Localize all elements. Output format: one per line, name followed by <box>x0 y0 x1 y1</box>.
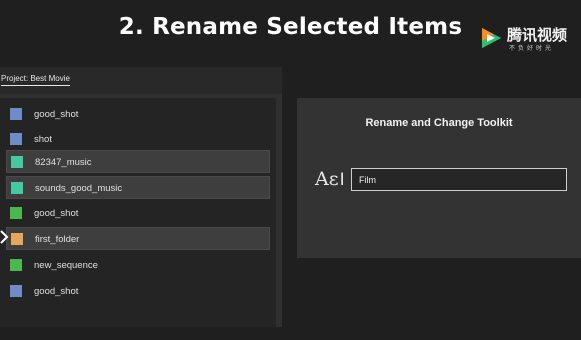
list-item-label: good_shot <box>34 208 79 219</box>
folder-color-icon <box>11 233 23 245</box>
tencent-video-logo-icon <box>482 28 501 48</box>
list-item[interactable]: 82347_music <box>6 150 270 173</box>
list-item[interactable]: good_shot <box>6 103 270 126</box>
toolkit-title: Rename and Change Toolkit <box>365 117 513 129</box>
list-item[interactable]: sounds_good_music <box>6 176 270 199</box>
list-item[interactable]: first_folder <box>6 227 270 250</box>
list-item-label: 82347_music <box>35 157 92 168</box>
brand-watermark: 腾讯视频 不负好时光 <box>478 24 574 54</box>
clip-color-icon <box>10 108 22 120</box>
rename-text-icon: AεI <box>315 168 345 190</box>
list-item[interactable]: shot <box>6 128 270 151</box>
list-item-label: first_folder <box>35 234 80 245</box>
clip-color-icon <box>10 285 22 297</box>
clip-color-icon <box>10 133 22 145</box>
project-item-list[interactable]: good_shot shot 82347_music sounds_good_m… <box>0 98 276 327</box>
list-item[interactable]: new_sequence <box>6 254 270 277</box>
list-item[interactable]: good_shot <box>6 280 270 303</box>
sequence-color-icon <box>10 259 22 271</box>
rename-icon-glyph: Aε <box>315 168 339 190</box>
text-cursor-icon: I <box>339 170 345 190</box>
brand-tagline: 不负好时光 <box>509 46 555 52</box>
brand-name: 腾讯视频 <box>507 27 568 44</box>
list-item-label: new_sequence <box>34 260 98 271</box>
project-panel-header: Project: Best Movie <box>0 67 282 94</box>
list-item-label: good_shot <box>34 109 79 120</box>
tab-project[interactable]: Project: Best Movie <box>1 74 70 86</box>
project-panel: Project: Best Movie good_shot shot 82347… <box>0 67 282 327</box>
rename-input[interactable] <box>351 168 567 191</box>
list-item-label: sounds_good_music <box>35 183 123 194</box>
audio-color-icon <box>11 156 23 168</box>
list-item-label: shot <box>34 134 52 145</box>
chevron-right-icon <box>0 230 9 244</box>
list-item[interactable]: good_shot <box>6 202 270 225</box>
rename-toolkit-panel: Rename and Change Toolkit AεI <box>297 98 581 258</box>
list-item-label: good_shot <box>34 286 79 297</box>
clip-color-icon <box>10 207 22 219</box>
audio-color-icon <box>11 182 23 194</box>
